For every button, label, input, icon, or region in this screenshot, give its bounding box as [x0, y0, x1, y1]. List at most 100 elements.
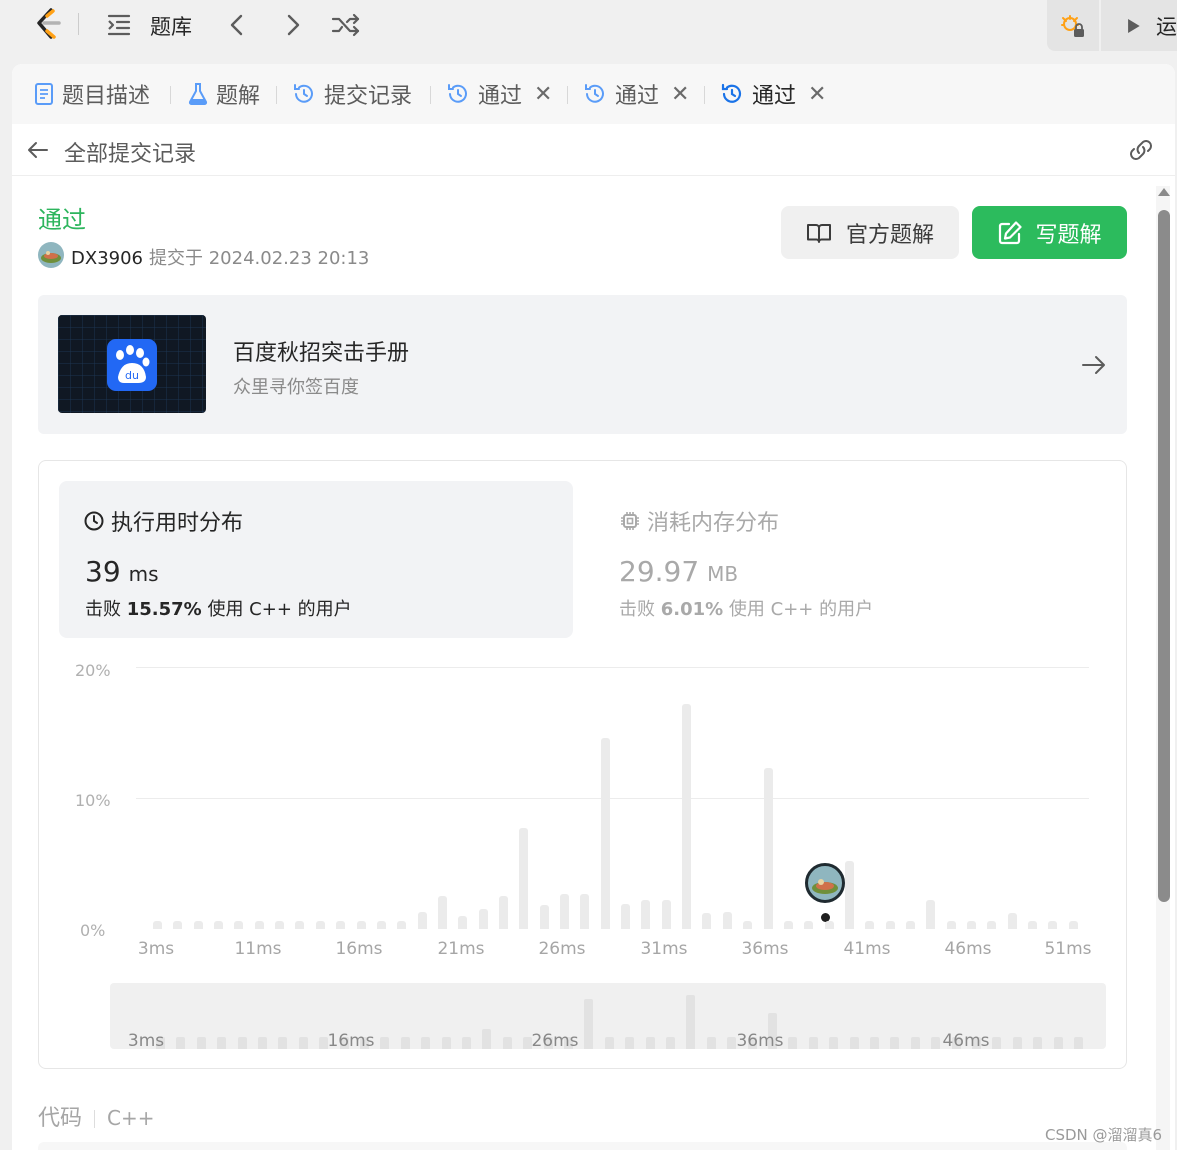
leetcode-logo-icon[interactable]	[33, 8, 63, 40]
chart-bar[interactable]	[926, 900, 936, 929]
chart-bar[interactable]	[560, 893, 569, 929]
chart-bar[interactable]	[946, 921, 956, 929]
tab-description[interactable]: 题目描述	[34, 78, 150, 110]
chart-bar[interactable]	[1068, 921, 1078, 929]
top-nav: 题库 运	[0, 0, 1177, 51]
tab-accepted-1[interactable]: 通过 ✕	[446, 78, 552, 110]
chart-bar[interactable]	[967, 921, 976, 929]
mini-chart-bar	[1033, 1037, 1043, 1049]
chart-bar[interactable]	[783, 921, 793, 929]
chart-bar[interactable]	[437, 896, 447, 929]
chart-bar[interactable]	[763, 767, 773, 929]
x-tick-label: 26ms	[538, 939, 586, 959]
memory-card[interactable]: 消耗内存分布 29.97 MB 击败 6.01% 使用 C++ 的用户	[599, 481, 1099, 638]
close-icon[interactable]: ✕	[671, 82, 689, 107]
chart-bar[interactable]	[702, 913, 712, 929]
chart-bar[interactable]	[214, 921, 224, 929]
chart-bar[interactable]	[478, 909, 488, 929]
tab-divider	[276, 86, 277, 104]
username[interactable]: DX3906	[71, 248, 143, 269]
chart-bar[interactable]	[336, 921, 346, 929]
chart-bar[interactable]	[682, 703, 692, 929]
chart-bar[interactable]	[743, 921, 753, 929]
submission-subheader: 全部提交记录	[12, 124, 1175, 176]
mini-chart-bar	[584, 999, 594, 1049]
chart-bar[interactable]	[519, 828, 529, 929]
problem-bank-link[interactable]: 题库	[150, 11, 192, 41]
chart-bar[interactable]	[661, 900, 671, 929]
scrollbar-thumb[interactable]	[1158, 210, 1170, 902]
x-tick-label: 41ms	[843, 939, 891, 959]
chart-bar[interactable]	[539, 905, 549, 929]
mini-chart-label: 26ms	[531, 1031, 579, 1049]
chart-bar[interactable]	[722, 911, 732, 929]
chart-bar[interactable]	[254, 921, 264, 929]
chart-bar[interactable]	[824, 921, 834, 929]
close-icon[interactable]: ✕	[808, 82, 826, 107]
performance-section: 执行用时分布 39 ms 击败 15.57% 使用 C++ 的用户 消耗内存分布 …	[38, 460, 1127, 1069]
runtime-distribution-chart[interactable]: 20% 10% 0% 3ms 11ms 16ms 21ms 26ms 31ms 36ms 41…	[39, 651, 1128, 971]
gridline	[136, 798, 1089, 799]
tab-submissions[interactable]: 提交记录	[292, 78, 412, 110]
chart-bar[interactable]	[885, 921, 895, 929]
beat-percent: 15.57%	[126, 599, 202, 620]
chevron-left-icon[interactable]	[226, 12, 248, 38]
chart-bar[interactable]	[417, 911, 427, 929]
chart-bar[interactable]	[173, 921, 183, 929]
official-solution-button[interactable]: 官方题解	[781, 206, 959, 259]
link-icon[interactable]	[1126, 136, 1156, 164]
shuffle-icon[interactable]	[330, 11, 362, 39]
chart-bar[interactable]	[600, 737, 610, 929]
code-editor[interactable]	[38, 1142, 1127, 1150]
mini-chart-bar	[482, 1029, 492, 1049]
chevron-right-icon[interactable]	[282, 12, 304, 38]
debug-lock-button[interactable]	[1047, 0, 1099, 51]
chart-bar[interactable]	[356, 921, 366, 929]
promo-subtitle: 众里寻你签百度	[233, 377, 359, 398]
chart-bar[interactable]	[987, 921, 997, 929]
problem-list-icon[interactable]	[106, 12, 132, 38]
current-submission-marker[interactable]	[805, 863, 845, 903]
chart-bar[interactable]	[458, 915, 468, 929]
chart-bar[interactable]	[580, 893, 590, 929]
chart-bar[interactable]	[498, 896, 508, 929]
chart-bar[interactable]	[153, 921, 162, 929]
arrow-left-icon[interactable]	[26, 138, 50, 162]
tab-accepted-3[interactable]: 通过 ✕	[720, 78, 826, 110]
chart-bar[interactable]	[641, 900, 651, 929]
tab-accepted-2[interactable]: 通过 ✕	[583, 78, 689, 110]
chart-bar[interactable]	[1028, 921, 1038, 929]
edit-icon	[999, 220, 1023, 244]
chart-bar[interactable]	[804, 921, 814, 929]
chart-bar[interactable]	[275, 921, 285, 929]
chart-bar[interactable]	[1007, 913, 1017, 929]
mini-chart-bar	[462, 1037, 471, 1049]
chart-bar[interactable]	[376, 921, 386, 929]
promo-banner[interactable]: du 百度秋招突击手册 众里寻你签百度	[38, 295, 1127, 434]
history-icon	[448, 84, 467, 103]
avatar[interactable]	[38, 242, 64, 268]
official-solution-label: 官方题解	[845, 222, 934, 248]
runtime-card[interactable]: 执行用时分布 39 ms 击败 15.57% 使用 C++ 的用户	[59, 481, 573, 638]
mini-chart-bar	[645, 1037, 655, 1049]
chart-bar[interactable]	[621, 904, 631, 929]
chart-bar[interactable]	[234, 921, 244, 929]
chart-bar[interactable]	[315, 921, 325, 929]
mini-chart-bar	[849, 1037, 859, 1049]
chart-bar[interactable]	[193, 921, 203, 929]
tab-solutions[interactable]: 题解	[188, 78, 260, 110]
scroll-up-arrow-icon[interactable]	[1158, 188, 1170, 196]
all-submissions-link[interactable]: 全部提交记录	[64, 136, 196, 168]
chart-bar[interactable]	[295, 921, 305, 929]
run-button[interactable]: 运	[1101, 0, 1177, 51]
chart-bar[interactable]	[865, 921, 875, 929]
arrow-right-icon[interactable]	[1080, 351, 1108, 379]
range-selector-chart[interactable]: 3ms 16ms 26ms 36ms 46ms	[110, 983, 1106, 1049]
chart-bar[interactable]	[1048, 921, 1058, 929]
chart-bar[interactable]	[844, 860, 854, 929]
chart-bar[interactable]	[905, 921, 915, 929]
close-icon[interactable]: ✕	[534, 82, 552, 107]
code-language[interactable]: C++	[107, 1106, 154, 1130]
write-solution-button[interactable]: 写题解	[972, 206, 1127, 259]
chart-bar[interactable]	[397, 921, 407, 929]
